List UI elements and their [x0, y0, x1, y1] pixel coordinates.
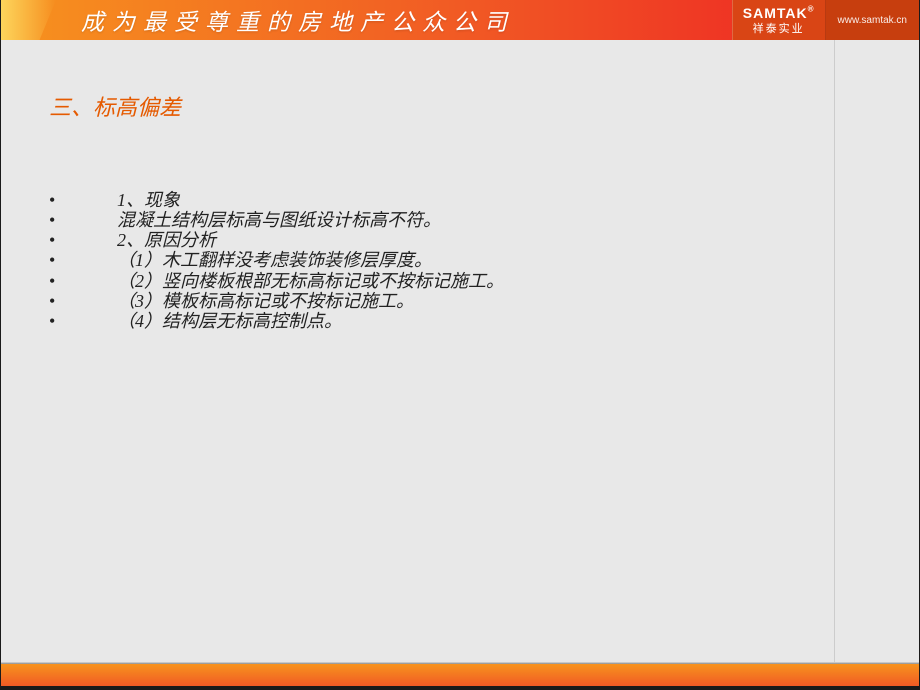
- logo-right: www.samtak.cn: [826, 0, 919, 40]
- logo-subtitle: 祥泰实业: [753, 23, 805, 36]
- body-list: 1、现象 混凝土结构层标高与图纸设计标高不符。 2、原因分析 （1）木工翻样没考…: [49, 190, 871, 331]
- logo-reg: ®: [808, 5, 815, 14]
- list-item: （2）竖向楼板根部无标高标记或不按标记施工。: [49, 271, 871, 291]
- list-item: 2、原因分析: [49, 230, 871, 250]
- content-area: 三、标高偏差 1、现象 混凝土结构层标高与图纸设计标高不符。 2、原因分析 （1…: [1, 40, 919, 664]
- logo-block: SAMTAK® 祥泰实业 www.samtak.cn: [732, 0, 919, 40]
- logo-name-row: SAMTAK®: [743, 5, 815, 23]
- header-bar: 成为最受尊重的房地产公众公司 SAMTAK® 祥泰实业 www.samtak.c…: [1, 0, 919, 40]
- logo-left: SAMTAK® 祥泰实业: [732, 0, 826, 40]
- list-item: （3）模板标高标记或不按标记施工。: [49, 291, 871, 311]
- header-accent: [1, 0, 56, 40]
- slide: 成为最受尊重的房地产公众公司 SAMTAK® 祥泰实业 www.samtak.c…: [1, 0, 919, 686]
- logo-url: www.samtak.cn: [838, 15, 907, 26]
- list-item: 1、现象: [49, 190, 871, 210]
- footer-bar: [1, 664, 919, 686]
- section-title: 三、标高偏差: [49, 90, 871, 122]
- logo-name: SAMTAK: [743, 5, 808, 21]
- list-item: （4）结构层无标高控制点。: [49, 311, 871, 331]
- header-slogan: 成为最受尊重的房地产公众公司: [81, 3, 515, 37]
- list-item: （1）木工翻样没考虑装饰装修层厚度。: [49, 250, 871, 270]
- list-item: 混凝土结构层标高与图纸设计标高不符。: [49, 210, 871, 230]
